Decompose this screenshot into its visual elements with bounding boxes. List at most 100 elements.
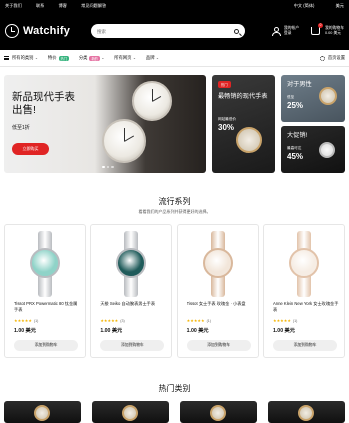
product-rating: ★★★★★ (1): [273, 318, 297, 323]
brand-name: Watchify: [23, 25, 71, 37]
product-rating: ★★★★★ (3): [100, 318, 124, 323]
hot-badge: 热门: [58, 55, 69, 61]
star-icons: ★★★★★: [100, 318, 119, 323]
nav-categories[interactable]: 分类 新的 ⌄: [79, 55, 104, 61]
user-icon: [272, 27, 281, 36]
top-links: 关于我们 联系 博客 常见问题解答: [5, 3, 119, 9]
promo-percent: 30%: [218, 123, 235, 132]
promo-badge: 热门: [218, 81, 231, 88]
popular-title: 流行系列: [158, 197, 191, 206]
nav-label: 特价: [47, 55, 57, 60]
watch-image: [319, 142, 335, 158]
review-count: (3): [120, 318, 125, 323]
home-settings[interactable]: 首页设置: [319, 55, 345, 61]
chevron-down-icon: ⌄: [132, 56, 136, 60]
nav-all-categories[interactable]: 所有的类别 ⌄: [4, 55, 38, 61]
watch-image: [298, 405, 314, 421]
promo-bestseller[interactable]: 热门 最畅销的现代手表 网站最低价 30%: [212, 75, 275, 173]
add-to-cart-button[interactable]: 添加到购物车: [186, 340, 251, 351]
star-icons: ★★★★★: [186, 318, 205, 323]
product-grid: Tissot PRX Powermatic 80 钛金属手表 ★★★★★ (1) …: [4, 224, 345, 358]
top-link-contact[interactable]: 联系: [36, 3, 44, 8]
category-tile[interactable]: [92, 401, 169, 423]
product-image[interactable]: [286, 231, 322, 297]
watch-image: [132, 81, 172, 121]
language-select[interactable]: 中文 (简体): [294, 3, 315, 8]
watch-image: [102, 119, 146, 163]
account-link[interactable]: 我的帐户 登录: [272, 26, 299, 37]
star-icons: ★★★★★: [272, 318, 291, 323]
watch-logo-icon: [5, 24, 19, 38]
top-link-about[interactable]: 关于我们: [5, 3, 22, 8]
category-tile[interactable]: [180, 401, 257, 423]
carousel-dot[interactable]: [102, 165, 105, 168]
nav-label: 分类: [78, 55, 88, 60]
nav-deals[interactable]: 特价 热门: [48, 55, 69, 61]
category-tile[interactable]: [268, 401, 345, 423]
watch-dial: [288, 248, 319, 278]
carousel-dot[interactable]: [111, 165, 114, 168]
hero-banner[interactable]: 新品现代手表出售! 低至1折 立即购买: [4, 75, 206, 173]
cart-link[interactable]: 0 我的购物车 0.00 美元: [311, 23, 344, 37]
top-strip: 关于我们 联系 博客 常见问题解答 中文 (简体) 美元: [0, 0, 349, 12]
product-card[interactable]: 天梭 Seiko 自动腕表男士手表 ★★★★★ (3) 1.00 美元 添加到购物…: [90, 224, 173, 358]
product-card[interactable]: Tissot PRX Powermatic 80 钛金属手表 ★★★★★ (1) …: [4, 224, 86, 358]
top-link-blog[interactable]: 博客: [59, 3, 67, 8]
product-price: 1.00 美元: [186, 328, 209, 334]
nav-all-pages[interactable]: 所有网页 ⌄: [114, 55, 136, 61]
promo-men[interactable]: 对于男性 低至 25%: [281, 75, 345, 122]
top-link-faq[interactable]: 常见问题解答: [81, 3, 106, 8]
review-count: (1): [292, 318, 298, 323]
product-price: 1.00 美元: [14, 328, 36, 334]
promo-percent: 45%: [287, 152, 304, 161]
currency-select[interactable]: 美元: [336, 3, 344, 8]
search-input[interactable]: [97, 28, 234, 34]
product-image[interactable]: [113, 231, 149, 297]
review-count: (1): [206, 318, 211, 323]
hot-categories-title: 热门类别: [158, 384, 191, 393]
header-actions: 我的帐户 登录 0 我的购物车 0.00 美元: [272, 23, 344, 37]
chevron-down-icon: ⌄: [34, 56, 38, 60]
watch-dial: [116, 248, 147, 278]
search-icon[interactable]: [234, 28, 239, 34]
gear-icon: [319, 55, 325, 61]
main-nav: 所有的类别 ⌄ 特价 热门 分类 新的 ⌄ 所有网页 ⌄ 品牌 ⌄ 首页设置: [0, 50, 349, 67]
product-rating: ★★★★★ (1): [14, 318, 38, 323]
menu-icon: [4, 56, 9, 60]
account-text: 我的帐户 登录: [284, 26, 299, 37]
chevron-down-icon: ⌄: [101, 56, 105, 60]
home-settings-label: 首页设置: [327, 55, 345, 60]
add-to-cart-button[interactable]: 添加到购物车: [272, 340, 337, 351]
nav-brands[interactable]: 品牌 ⌄: [146, 55, 159, 61]
category-tile[interactable]: [4, 401, 81, 423]
hero-title: 新品现代手表出售!: [12, 91, 75, 116]
top-settings: 中文 (简体) 美元: [274, 3, 344, 9]
cart-count-badge: 0: [318, 23, 324, 28]
product-card[interactable]: Anne Klein New York 女士玫瑰金手表 ★★★★★ (1) 1.0…: [262, 224, 345, 358]
product-name[interactable]: Tissot PRX Powermatic 80 钛金属手表: [14, 301, 80, 313]
review-count: (1): [33, 318, 39, 323]
product-name[interactable]: Tissot 女士手表 玫瑰金 · 小表盘: [187, 301, 253, 313]
cart-text: 我的购物车 0.00 美元: [325, 26, 344, 37]
product-card[interactable]: Tissot 女士手表 玫瑰金 · 小表盘 ★★★★★ (1) 1.00 美元 添…: [176, 224, 259, 358]
hero-shop-button[interactable]: 立即购买: [12, 143, 49, 155]
carousel-dots: [102, 165, 116, 168]
carousel-dot[interactable]: [106, 165, 109, 168]
promo-sale[interactable]: 大促销! 最高可达 45%: [281, 126, 345, 173]
product-image[interactable]: [200, 231, 236, 297]
product-name[interactable]: 天梭 Seiko 自动腕表男士手表: [100, 301, 166, 313]
logo[interactable]: Watchify: [5, 24, 85, 38]
cart-total: 0.00 美元: [325, 31, 342, 35]
add-to-cart-button[interactable]: 添加到购物车: [100, 340, 165, 351]
watch-image: [210, 405, 226, 421]
cart-icon: 0: [311, 23, 324, 35]
star-icons: ★★★★★: [14, 318, 32, 323]
watch-dial: [202, 248, 233, 278]
product-name[interactable]: Anne Klein New York 女士玫瑰金手表: [273, 301, 339, 313]
watch-image: [236, 127, 262, 153]
product-image[interactable]: [27, 231, 63, 297]
promo-title: 大促销!: [287, 132, 308, 139]
header: Watchify 我的帐户 登录 0 我的购物车 0.00 美元: [0, 12, 349, 50]
product-rating: ★★★★★ (1): [187, 318, 211, 323]
add-to-cart-button[interactable]: 添加到购物车: [14, 340, 78, 351]
